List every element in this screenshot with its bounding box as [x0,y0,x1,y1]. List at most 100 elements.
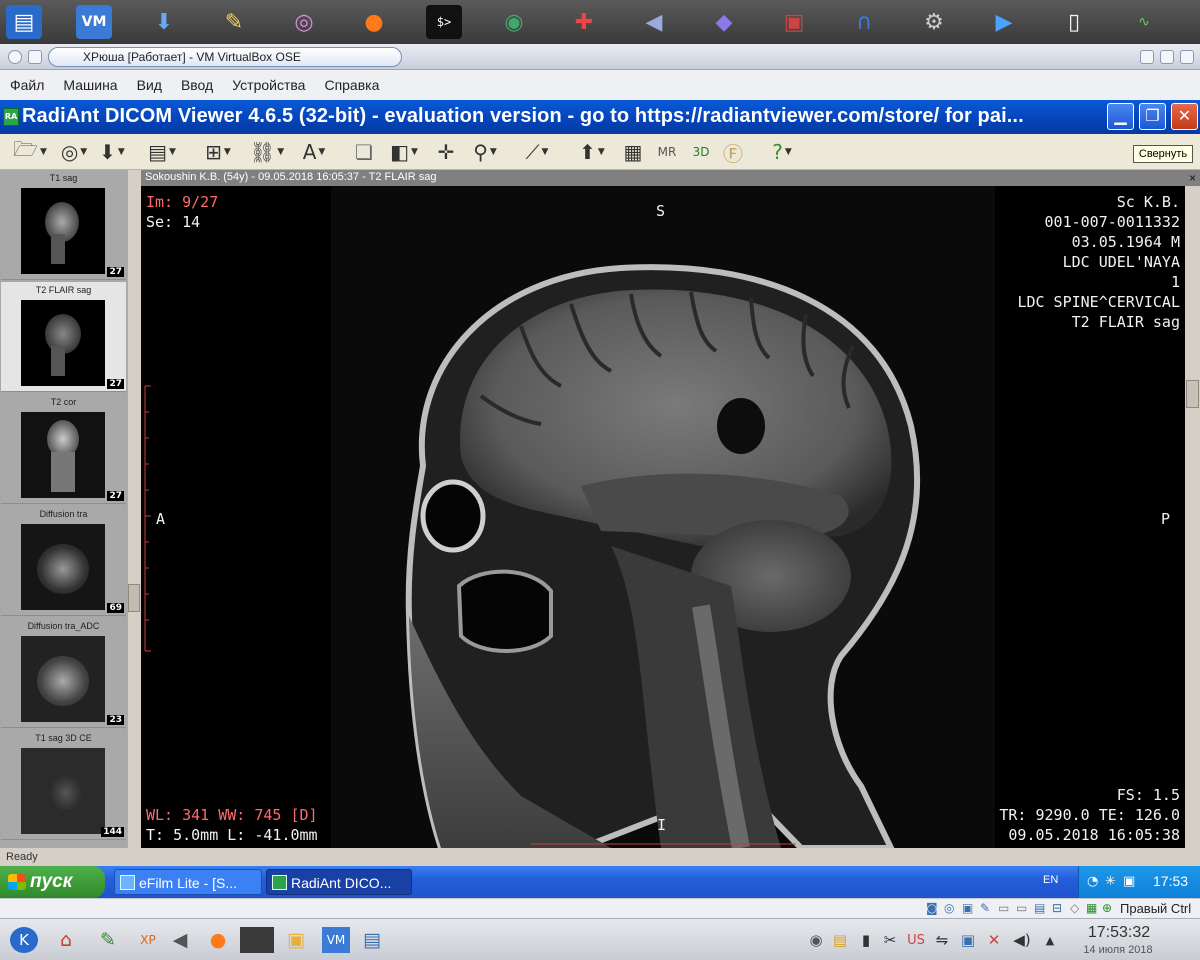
vt-icon[interactable]: ▦ [1086,901,1097,915]
task-efilm[interactable]: eFilm Lite - [S... [114,869,262,895]
menu-file[interactable]: Файл [10,77,44,93]
download-icon[interactable]: ⬇ [146,5,182,39]
kde-menu-icon[interactable]: K [10,927,38,953]
vbox-menu-button[interactable] [8,50,22,64]
terminal-icon[interactable] [240,927,274,953]
tray-scissors-icon[interactable]: ✂ [876,927,904,953]
editor-icon[interactable]: ✎ [216,5,252,39]
floppy-icon[interactable]: ▣ [962,901,973,915]
series-thumb-6[interactable]: T1 sag 3D CE 144 [1,730,126,840]
sync-button[interactable]: ⛓ ▼ [246,139,288,165]
tray-clock[interactable]: 17:53 [1153,873,1188,889]
tray-volume-icon[interactable]: ◀) [1008,927,1036,953]
series-thumb-1[interactable]: T1 sag 27 [1,170,126,280]
import-button[interactable]: ⬇ ▼ [94,139,130,165]
cube-icon[interactable]: ◆ [706,5,742,39]
rotate-button[interactable]: ⬆ ▼ [570,139,614,165]
home-icon[interactable]: ⌂ [52,927,80,953]
media-player-icon[interactable]: ▶ [986,5,1022,39]
mouse-icon[interactable]: ⊕ [1102,901,1112,915]
display-icon[interactable]: ▣ [776,5,812,39]
blank-page-icon[interactable]: ▯ [1056,5,1092,39]
dvd-button[interactable]: ◎ ▼ [58,139,90,165]
terminal-icon[interactable]: $> [426,5,462,39]
vbox-maximize-button[interactable] [1160,50,1174,64]
measure-button[interactable]: ⟋ ▼ [514,139,560,165]
network-icon[interactable]: ▤ [1034,901,1045,915]
series-thumb-5[interactable]: Diffusion tra_ADC 23 [1,618,126,728]
globe-icon[interactable]: ◉ [496,5,532,39]
tray-flag-icon[interactable]: US [902,927,930,953]
xp-icon[interactable]: XP [134,927,162,953]
tray-clipboard-icon[interactable]: ▤ [826,927,854,953]
series-button[interactable]: ❏ [350,139,378,165]
annotation-button[interactable]: A ▼ [294,139,334,165]
display-icon[interactable]: ▭ [1016,901,1027,915]
package-icon[interactable]: ▣ [282,927,310,953]
tray-app-icon[interactable]: ▣ [1123,874,1135,889]
vbox-sticky-button[interactable] [28,50,42,64]
system-monitor-icon[interactable]: ∿ [1126,5,1162,39]
audio-icon[interactable]: ◀ [636,5,672,39]
open-folder-button[interactable]: 🗁 ▼ [8,137,52,165]
headphones-icon[interactable]: ∩ [846,5,882,39]
firefox-icon[interactable]: ● [204,927,232,953]
disc-icon[interactable]: ◎ [286,5,322,39]
series-thumb-4[interactable]: Diffusion tra 69 [1,506,126,616]
pan-button[interactable]: ✛ [432,139,460,165]
image-viewport[interactable]: Im: 9/27 Se: 14 Sc K.B. 001-007-0011332 … [141,186,1185,848]
series-thumb-3[interactable]: T2 cor 27 [1,394,126,504]
host-date[interactable]: 14 июля 2018 [1070,944,1166,956]
fusion-button[interactable]: Ⓕ [720,139,746,166]
window-level-button[interactable]: ◧ ▼ [382,139,426,165]
settings-icon[interactable]: ⚙ [916,5,952,39]
tray-network-icon[interactable]: ◔ [1087,874,1098,889]
language-indicator[interactable]: EN [1043,874,1058,886]
vbox-icon[interactable]: VM [76,5,112,39]
menu-help[interactable]: Справка [324,77,379,93]
firefox-icon[interactable]: ● [356,5,392,39]
help-button[interactable]: ? ▼ [760,139,804,165]
tray-usb-icon[interactable]: ⇋ [928,927,956,953]
vbox-close-button[interactable] [1180,50,1194,64]
maximize-button[interactable]: ❐ [1139,103,1166,130]
layout-button[interactable]: ⊞ ▼ [196,139,240,165]
cine-button[interactable]: ▦ [620,139,646,165]
usb-icon[interactable]: ⊟ [1052,901,1062,915]
folder-icon[interactable]: ▭ [998,901,1009,915]
menu-machine[interactable]: Машина [63,77,117,93]
menu-input[interactable]: Ввод [181,77,213,93]
start-button[interactable]: пуск [0,866,105,898]
cursor-icon[interactable]: ✚ [566,5,602,39]
mpr-button[interactable]: MR [654,139,680,165]
viewer-scrollbar[interactable] [1185,186,1200,848]
tray-display-icon[interactable]: ▣ [954,927,982,953]
menu-view[interactable]: Вид [137,77,162,93]
task-radiant[interactable]: RadiAnt DICO... [266,869,412,895]
viewer-scrollbar-thumb[interactable] [1186,380,1199,408]
vbox-manager-icon[interactable]: VM [322,927,350,953]
shield-icon[interactable]: ◇ [1070,901,1079,915]
menu-devices[interactable]: Устройства [232,77,305,93]
minimize-button[interactable]: ▁ [1107,103,1134,130]
pen-icon[interactable]: ✎ [980,901,990,915]
edit-icon[interactable]: ✎ [94,927,122,953]
host-clock[interactable]: 17:53:32 [1074,924,1164,942]
3d-button[interactable]: 3D [688,139,714,165]
save-button[interactable]: ▤ ▼ [142,139,182,165]
tray-network-off-icon[interactable]: ✕ [980,927,1008,953]
tray-volume-icon[interactable]: ✳ [1105,874,1116,889]
tray-arrow-icon[interactable]: ▲ [1036,927,1064,953]
document-icon[interactable]: ▤ [6,5,42,39]
splitter-grip[interactable] [128,584,140,612]
vbox-vm-icon[interactable]: ▤ [358,927,386,953]
zoom-button[interactable]: ⚲ ▼ [464,139,506,165]
series-thumb-2[interactable]: T2 FLAIR sag 27 [1,282,126,392]
close-button[interactable]: ✕ [1171,103,1198,130]
hdd-icon[interactable]: ◙ [926,901,938,915]
cd-icon[interactable]: ◎ [944,901,954,915]
viewer-close-button[interactable]: × [1189,171,1196,186]
speaker-icon[interactable]: ◀ [166,927,194,953]
vbox-minimize-button[interactable] [1140,50,1154,64]
panel-splitter[interactable] [127,170,141,848]
